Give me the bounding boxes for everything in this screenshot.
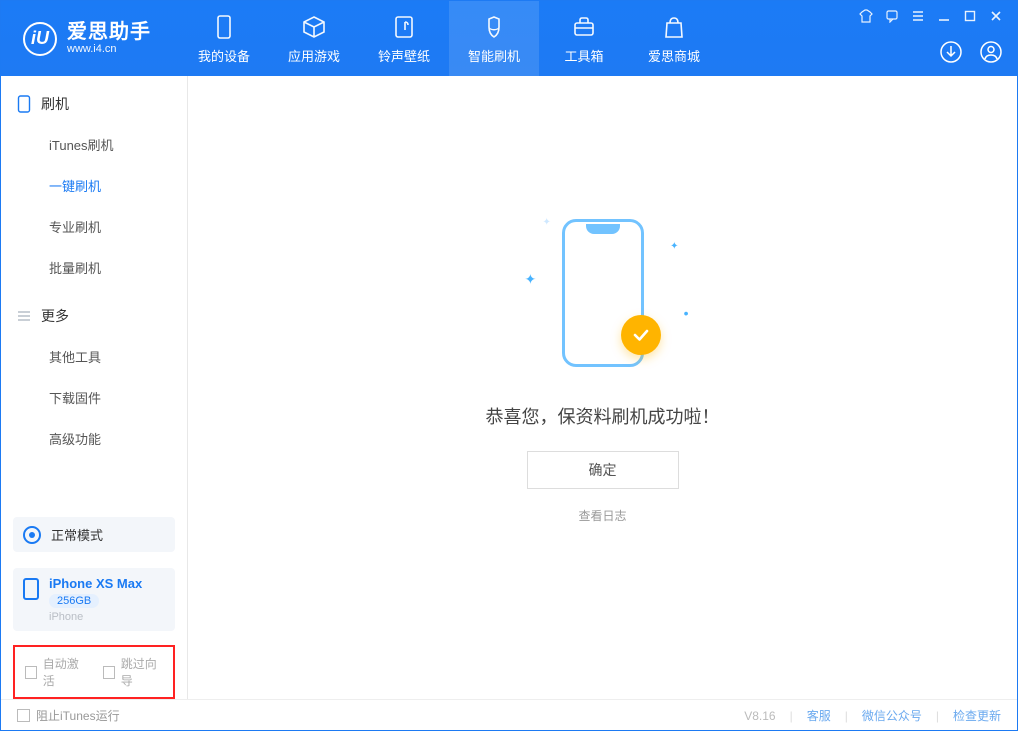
sidebar-item-other-tools[interactable]: 其他工具 [49, 336, 187, 377]
app-url: www.i4.cn [67, 43, 151, 55]
menu-icon[interactable] [911, 9, 925, 23]
close-icon[interactable] [989, 9, 1003, 23]
nav-label: 铃声壁纸 [378, 46, 430, 65]
nav-apps-games[interactable]: 应用游戏 [269, 1, 359, 76]
success-illustration: ✦ ✦ • ✦ [513, 211, 693, 381]
sparkle-icon: ✦ [670, 241, 678, 252]
nav-label: 应用游戏 [288, 46, 340, 65]
section-title: 更多 [41, 306, 69, 326]
content-area: ✦ ✦ • ✦ 恭喜您，保资料刷机成功啦！ 确定 查看日志 [188, 76, 1017, 699]
nav-label: 工具箱 [564, 46, 603, 65]
section-title: 刷机 [41, 94, 69, 114]
device-card[interactable]: iPhone XS Max 256GB iPhone [13, 568, 175, 631]
nav-ringtones[interactable]: 铃声壁纸 [359, 1, 449, 76]
nav-my-device[interactable]: 我的设备 [179, 1, 269, 76]
sidebar-item-advanced[interactable]: 高级功能 [49, 418, 187, 459]
device-name: iPhone XS Max [49, 576, 142, 591]
status-bar: 阻止iTunes运行 V8.16 | 客服 | 微信公众号 | 检查更新 [1, 699, 1017, 731]
view-log-link[interactable]: 查看日志 [578, 507, 626, 524]
device-capacity-badge: 256GB [49, 594, 99, 608]
option-label: 自动激活 [43, 655, 85, 689]
device-mode-card[interactable]: 正常模式 [13, 517, 175, 552]
nav-label: 智能刷机 [468, 46, 520, 65]
success-message: 恭喜您，保资料刷机成功啦！ [486, 403, 720, 429]
sidebar-item-download-firmware[interactable]: 下载固件 [49, 377, 187, 418]
sparkle-icon: ✦ [525, 271, 537, 288]
title-bar: iU 爱思助手 www.i4.cn 我的设备 应用游戏 铃声壁纸 智能刷机 工具… [1, 1, 1017, 76]
checkbox-block-itunes[interactable]: 阻止iTunes运行 [17, 707, 120, 724]
nav-smart-flash[interactable]: 智能刷机 [449, 1, 539, 76]
app-logo: iU 爱思助手 www.i4.cn [1, 1, 169, 76]
nav-toolbox[interactable]: 工具箱 [539, 1, 629, 76]
option-label: 阻止iTunes运行 [36, 707, 120, 724]
version-label: V8.16 [744, 709, 775, 723]
sidebar-section-more: 更多 [1, 288, 187, 336]
checkmark-badge-icon [621, 315, 661, 355]
sidebar-item-itunes-flash[interactable]: iTunes刷机 [49, 124, 187, 165]
nav-label: 我的设备 [198, 46, 250, 65]
download-icon[interactable] [939, 40, 963, 64]
nav-label: 爱思商城 [648, 46, 700, 65]
feedback-icon[interactable] [885, 9, 899, 23]
sidebar-item-pro-flash[interactable]: 专业刷机 [49, 206, 187, 247]
sparkle-icon: ✦ [543, 217, 551, 228]
user-account-icon[interactable] [979, 40, 1003, 64]
link-wechat[interactable]: 微信公众号 [862, 707, 922, 724]
link-check-update[interactable]: 检查更新 [953, 707, 1001, 724]
mode-icon [23, 526, 41, 544]
maximize-icon[interactable] [963, 9, 977, 23]
checkbox-icon [103, 666, 115, 679]
flash-options-box: 自动激活 跳过向导 [13, 645, 175, 699]
menu-icon [17, 309, 31, 323]
option-label: 跳过向导 [121, 655, 163, 689]
toolbox-icon [571, 14, 597, 40]
phone-icon [23, 578, 39, 600]
app-name: 爱思助手 [67, 21, 151, 43]
flash-icon [481, 14, 507, 40]
logo-icon: iU [23, 22, 57, 56]
skin-icon[interactable] [859, 9, 873, 23]
link-customer-service[interactable]: 客服 [807, 707, 831, 724]
sidebar-section-flash: 刷机 [1, 76, 187, 124]
sidebar-item-batch-flash[interactable]: 批量刷机 [49, 247, 187, 288]
minimize-icon[interactable] [937, 9, 951, 23]
checkbox-skip-guide[interactable]: 跳过向导 [103, 655, 163, 689]
device-icon [212, 14, 236, 40]
music-file-icon [392, 14, 416, 40]
checkbox-icon [17, 709, 30, 722]
nav-shop[interactable]: 爱思商城 [629, 1, 719, 76]
device-type: iPhone [49, 611, 142, 623]
sparkle-icon: • [684, 305, 689, 321]
confirm-button[interactable]: 确定 [527, 451, 679, 489]
sidebar-item-oneclick-flash[interactable]: 一键刷机 [49, 165, 187, 206]
cube-icon [301, 14, 327, 40]
sidebar: 刷机 iTunes刷机 一键刷机 专业刷机 批量刷机 更多 其他工具 下载固件 … [1, 76, 188, 699]
phone-icon [17, 95, 31, 113]
checkbox-auto-activate[interactable]: 自动激活 [25, 655, 85, 689]
top-nav: 我的设备 应用游戏 铃声壁纸 智能刷机 工具箱 爱思商城 [179, 1, 719, 76]
window-controls [859, 9, 1003, 23]
shop-bag-icon [662, 14, 686, 40]
mode-label: 正常模式 [51, 525, 103, 544]
checkbox-icon [25, 666, 37, 679]
